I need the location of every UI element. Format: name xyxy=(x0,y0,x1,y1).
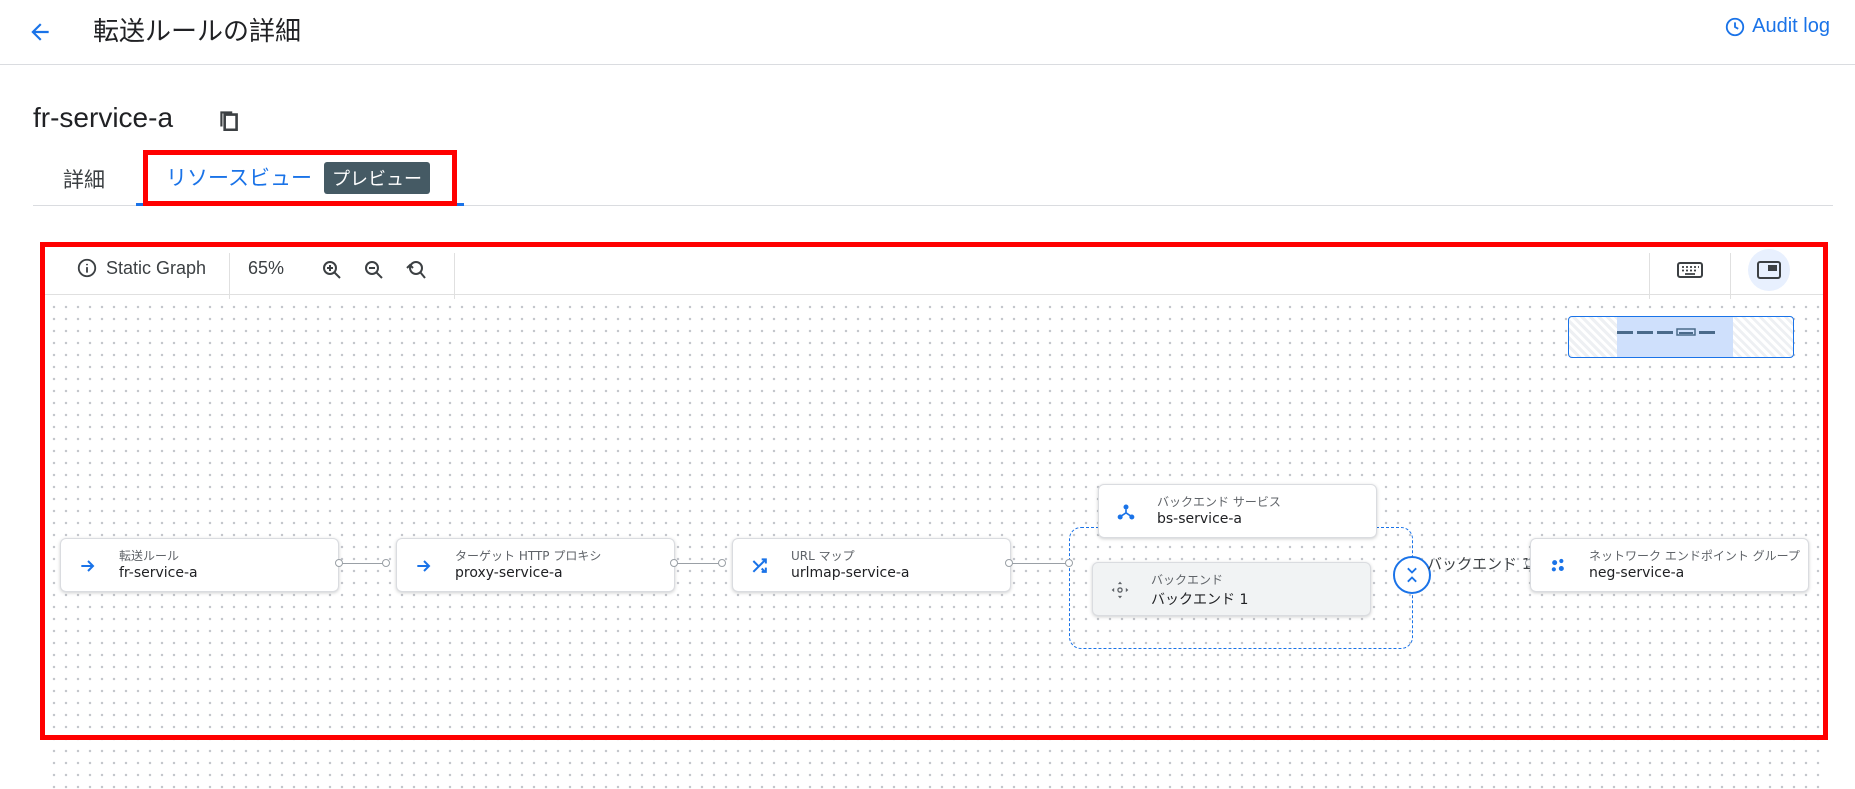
static-graph-label: Static Graph xyxy=(106,257,207,278)
node-name: proxy-service-a xyxy=(455,565,563,581)
node-name: bs-service-a xyxy=(1157,511,1243,527)
resource-graph: Static Graph 65% 転送ルール fr-service-a ターゲッ… xyxy=(44,245,1824,789)
toolbar-divider xyxy=(1730,253,1731,299)
zoom-level: 65% xyxy=(248,258,285,278)
hub-icon xyxy=(1115,501,1137,523)
tab-resource-view[interactable]: リソースビュー プレビュー xyxy=(136,150,464,206)
node-backend[interactable]: バックエンド バックエンド 1 xyxy=(1092,562,1371,616)
copy-button[interactable] xyxy=(216,107,244,135)
picture-in-picture-icon xyxy=(1757,261,1781,279)
node-neg[interactable]: ネットワーク エンドポイント グループ neg-service-a xyxy=(1530,538,1809,592)
node-url-map[interactable]: URL マップ urlmap-service-a xyxy=(732,538,1011,592)
minimap-toggle-button[interactable] xyxy=(1748,249,1790,291)
node-name: fr-service-a xyxy=(119,565,198,581)
node-port xyxy=(1005,559,1013,567)
node-type: バックエンド xyxy=(1151,573,1224,587)
graph-edge xyxy=(674,563,722,564)
node-name: urlmap-service-a xyxy=(791,565,910,581)
node-port xyxy=(335,559,343,567)
static-graph-info[interactable]: Static Graph xyxy=(76,257,206,279)
copy-icon xyxy=(220,111,238,132)
node-target-proxy[interactable]: ターゲット HTTP プロキシ proxy-service-a xyxy=(396,538,675,592)
audit-log-label: Audit log xyxy=(1752,15,1830,37)
resource-name: fr-service-a xyxy=(33,102,174,133)
graph-edge xyxy=(339,563,386,564)
zoom-in-button[interactable] xyxy=(316,254,348,286)
move-icon xyxy=(1109,579,1131,601)
info-icon xyxy=(77,258,97,278)
preview-badge: プレビュー xyxy=(323,162,430,194)
zoom-out-icon xyxy=(365,261,383,279)
arrow-forward-icon xyxy=(77,555,99,577)
reset-zoom-button[interactable] xyxy=(400,254,432,286)
node-forwarding-rule[interactable]: 転送ルール fr-service-a xyxy=(60,538,339,592)
node-backend-service[interactable]: バックエンド サービス bs-service-a xyxy=(1098,484,1377,538)
minimap[interactable] xyxy=(1568,316,1794,358)
zoom-in-icon xyxy=(323,261,341,279)
node-type: ターゲット HTTP プロキシ xyxy=(455,549,602,563)
graph-canvas[interactable]: 転送ルール fr-service-a ターゲット HTTP プロキシ proxy… xyxy=(44,297,1824,789)
shuffle-icon xyxy=(749,555,771,577)
node-name: バックエンド 1 xyxy=(1151,592,1249,608)
back-button[interactable] xyxy=(20,12,60,52)
tab-bar: 詳細 リソースビュー プレビュー xyxy=(33,150,1833,206)
keyboard-shortcuts-button[interactable] xyxy=(1674,254,1706,286)
edge-label: バックエンド 1 xyxy=(1427,555,1532,573)
scatter-dots-icon xyxy=(1547,555,1569,577)
node-port xyxy=(382,559,390,567)
node-type: 転送ルール xyxy=(119,549,180,563)
reset-zoom-icon xyxy=(406,261,426,279)
top-bar: 転送ルールの詳細 Audit log xyxy=(0,0,1855,65)
arrow-forward-icon xyxy=(413,555,435,577)
graph-toolbar: Static Graph 65% xyxy=(44,245,1824,299)
node-name: neg-service-a xyxy=(1589,565,1685,581)
graph-edge xyxy=(1009,563,1070,564)
node-type: URL マップ xyxy=(791,549,855,563)
audit-log-link[interactable]: Audit log xyxy=(1724,15,1830,38)
history-icon xyxy=(1725,17,1745,36)
node-type: バックエンド サービス xyxy=(1157,495,1281,509)
node-port xyxy=(718,559,726,567)
unfold-less-icon xyxy=(1407,567,1417,583)
toolbar-divider xyxy=(229,253,230,299)
page-title: 転送ルールの詳細 xyxy=(93,17,302,47)
zoom-out-button[interactable] xyxy=(358,254,390,286)
toolbar-divider xyxy=(454,253,455,299)
node-port xyxy=(670,559,678,567)
node-type: ネットワーク エンドポイント グループ xyxy=(1589,549,1800,563)
tab-details[interactable]: 詳細 xyxy=(63,164,105,194)
keyboard-icon xyxy=(1677,262,1703,278)
minimap-nodes xyxy=(1617,328,1715,336)
arrow-back-icon xyxy=(31,23,49,41)
node-port xyxy=(1065,559,1073,567)
tab-resource-view-label: リソースビュー xyxy=(166,166,312,190)
toolbar-divider xyxy=(1649,253,1650,299)
collapse-group-button[interactable] xyxy=(1393,556,1431,594)
